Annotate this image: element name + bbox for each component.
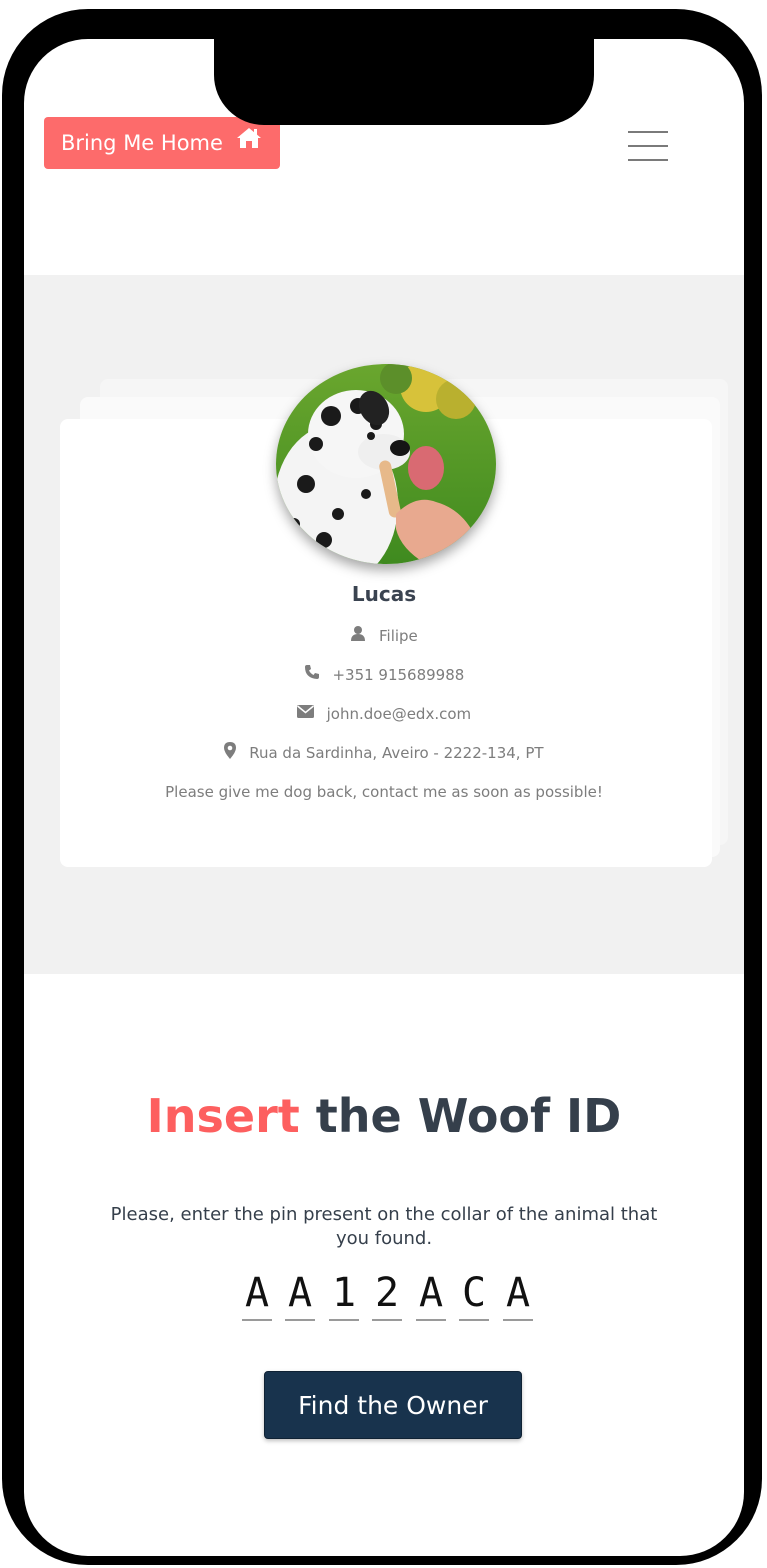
owner-name: Filipe (378, 627, 418, 645)
menu-bar-top (628, 131, 668, 133)
phone-line: +351 915689988 (24, 664, 744, 684)
phone-icon (304, 664, 320, 684)
phone-notch (214, 39, 594, 125)
find-owner-button[interactable]: Find the Owner (264, 1371, 522, 1439)
envelope-icon (296, 704, 314, 722)
pet-name: Lucas (351, 582, 417, 606)
pin-instruction: Please, enter the pin present on the col… (110, 1204, 658, 1249)
pin-digit-6[interactable] (459, 1267, 489, 1321)
address-line: Rua da Sardinha, Aveiro - 2222-134, PT (24, 741, 744, 763)
woof-id-title: Insert the Woof ID (24, 1089, 744, 1143)
pin-digit-7[interactable] (503, 1267, 533, 1321)
pin-digit-2[interactable] (285, 1267, 315, 1321)
pin-digit-4[interactable] (372, 1267, 402, 1321)
pin-input-group (240, 1267, 540, 1327)
brand-home-button[interactable]: Bring Me Home (44, 117, 280, 169)
owner-message: Please give me dog back, contact me as s… (165, 783, 603, 801)
email-line: john.doe@edx.com (24, 705, 744, 723)
screen: Bring Me Home Lucas Filipe +351 91568998… (24, 39, 744, 1556)
menu-bar-middle (628, 145, 668, 147)
address-text: Rua da Sardinha, Aveiro - 2222-134, PT (249, 744, 544, 762)
pet-avatar (276, 364, 496, 564)
hamburger-menu-icon[interactable] (628, 131, 672, 161)
title-rest: the Woof ID (299, 1089, 622, 1143)
phone-frame: Bring Me Home Lucas Filipe +351 91568998… (2, 9, 762, 1565)
pin-digit-5[interactable] (416, 1267, 446, 1321)
email-address: john.doe@edx.com (326, 705, 472, 723)
map-marker-icon (224, 741, 237, 763)
menu-bar-bottom (628, 159, 668, 161)
brand-label: Bring Me Home (61, 131, 223, 155)
title-accent: Insert (146, 1089, 300, 1143)
user-icon (350, 625, 366, 645)
owner-line: Filipe (24, 625, 744, 645)
pin-digit-3[interactable] (329, 1267, 359, 1321)
phone-number: +351 915689988 (332, 666, 465, 684)
pin-digit-1[interactable] (242, 1267, 272, 1321)
